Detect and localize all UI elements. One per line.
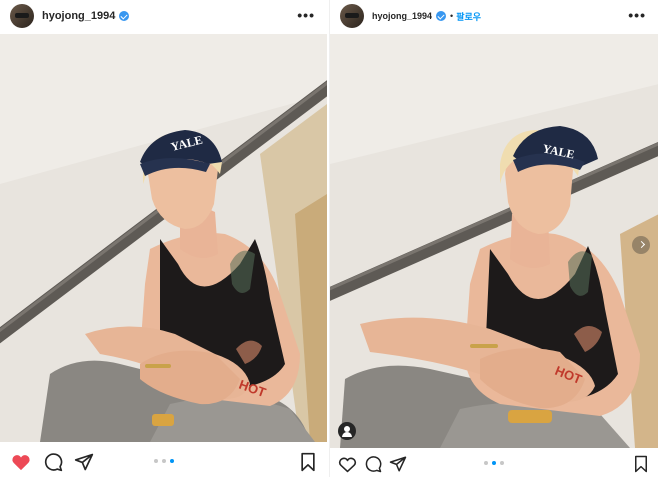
bookmark-icon[interactable] — [630, 453, 652, 475]
tagged-user-icon[interactable] — [338, 422, 356, 440]
more-icon[interactable]: ••• — [297, 8, 315, 22]
carousel-dot — [161, 459, 166, 463]
username[interactable]: hyojong_1994 — [42, 10, 115, 22]
follow-button[interactable]: 팔로우 — [456, 10, 481, 23]
carousel-dot-active — [492, 461, 496, 465]
post-header: hyojong_1994 • 팔로우 ••• — [330, 0, 658, 32]
carousel-dots — [153, 459, 174, 463]
comment-icon[interactable] — [42, 451, 64, 473]
post-photo[interactable]: YALE HOT — [0, 34, 327, 442]
bookmark-icon[interactable] — [297, 451, 319, 473]
verified-icon — [436, 11, 447, 21]
carousel-dot — [153, 459, 158, 463]
heart-icon[interactable] — [10, 451, 32, 473]
photo-illustration: YALE HOT — [330, 34, 658, 448]
carousel-dot — [484, 461, 488, 465]
verified-icon — [119, 11, 130, 21]
next-arrow-icon[interactable] — [632, 236, 650, 254]
avatar[interactable] — [340, 4, 364, 28]
right-post: hyojong_1994 • 팔로우 ••• YALE HOT — [329, 0, 658, 477]
photo-illustration: YALE HOT — [0, 34, 327, 442]
heart-icon[interactable] — [336, 453, 358, 475]
action-bar — [0, 447, 327, 477]
comment-icon[interactable] — [362, 453, 384, 475]
carousel-dots — [484, 461, 504, 465]
username[interactable]: hyojong_1994 — [372, 11, 432, 21]
post-header: hyojong_1994 ••• — [0, 0, 327, 32]
more-icon[interactable]: ••• — [628, 8, 646, 22]
carousel-dot-active — [169, 459, 174, 463]
share-icon[interactable] — [73, 451, 95, 473]
separator: • — [450, 11, 454, 21]
post-photo[interactable]: YALE HOT — [330, 34, 658, 448]
avatar[interactable] — [10, 4, 34, 28]
share-icon[interactable] — [387, 453, 409, 475]
left-post: hyojong_1994 ••• YALE HOT — [0, 0, 327, 477]
carousel-dot — [500, 461, 504, 465]
action-bar — [330, 449, 658, 477]
